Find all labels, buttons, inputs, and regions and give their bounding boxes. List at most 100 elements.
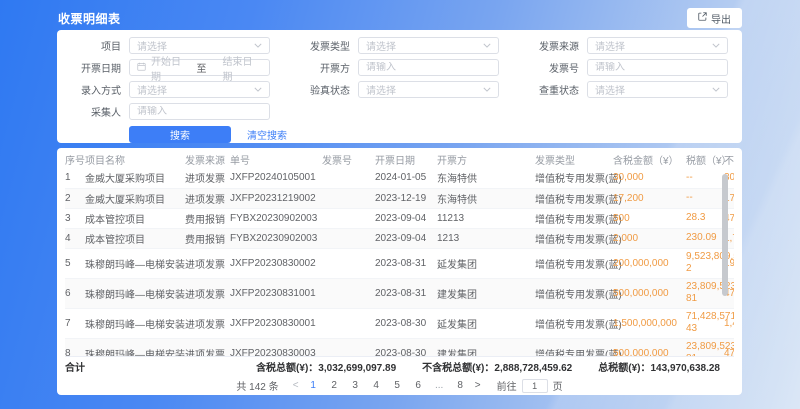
cell-invoice-no (322, 208, 375, 228)
page-number-8[interactable]: 8 (453, 380, 468, 391)
invoice-date-field: 开票日期 开始日期 至 结束日期 (63, 59, 270, 76)
clear-search-link[interactable]: 清空搜索 (247, 127, 287, 142)
page-number-1[interactable]: 1 (306, 380, 321, 391)
cell-type: 增值税专用发票(蓝) (535, 188, 613, 208)
project-select[interactable]: 请选择 (129, 37, 270, 54)
export-button[interactable]: 导出 (687, 8, 742, 28)
table-row[interactable]: 6珠穆朗玛峰—电梯安装进项发票JXFP202308310012023-08-31… (65, 278, 734, 308)
cell-project: 珠穆朗玛峰—电梯安装 (85, 248, 185, 278)
invoice-date-range-picker[interactable]: 开始日期 至 结束日期 (129, 59, 270, 76)
table-header-row: 序号 项目名称 发票来源 单号 发票号 开票日期 开票方 发票类型 含税金额（¥… (65, 150, 734, 168)
total-excl-tax: 不含税总额(¥)：2,888,728,459.62 (422, 359, 572, 374)
chevron-right-icon[interactable]: > (471, 380, 485, 391)
cell-project: 珠穆朗玛峰—电梯安装 (85, 308, 185, 338)
cell-no: 7 (65, 308, 85, 338)
cell-no: 4 (65, 228, 85, 248)
table-row[interactable]: 1金威大厦采购项目进项发票JXFP202401050012024-01-05东海… (65, 168, 734, 188)
invoice-type-select[interactable]: 请选择 (358, 37, 499, 54)
page-number-3[interactable]: 3 (348, 380, 363, 391)
goto-page-input[interactable] (522, 379, 548, 393)
cell-source: 进项发票 (185, 168, 230, 188)
page-title: 收票明细表 (58, 10, 121, 27)
cell-source: 进项发票 (185, 308, 230, 338)
verify-status-select[interactable]: 请选择 (358, 81, 499, 98)
invoice-no-input[interactable] (595, 62, 720, 73)
table-row[interactable]: 7珠穆朗玛峰—电梯安装进项发票JXFP202308300012023-08-30… (65, 308, 734, 338)
invoice-source-select[interactable]: 请选择 (587, 37, 728, 54)
col-header-date: 开票日期 (375, 150, 437, 168)
total-incl-tax: 含税总额(¥)：3,032,699,097.89 (256, 359, 396, 374)
entry-method-label: 录入方式 (63, 82, 121, 97)
cell-order-no: JXFP20240105001 (230, 168, 322, 188)
table-row[interactable]: 4成本管控项目费用报销FYBX202309020032023-09-041213… (65, 228, 734, 248)
chevron-down-icon (254, 84, 262, 95)
entry-method-select[interactable]: 请选择 (129, 81, 270, 98)
cell-source: 进项发票 (185, 248, 230, 278)
export-label: 导出 (711, 11, 731, 26)
cell-invoice-no (322, 338, 375, 356)
goto-unit: 页 (553, 378, 563, 393)
entry-method-field: 录入方式 请选择 (63, 81, 270, 98)
cell-amount-incl: 30,000 (613, 168, 686, 188)
cell-issuer: 东海特供 (437, 168, 535, 188)
page-number-5[interactable]: 5 (390, 380, 405, 391)
cell-order-no: JXFP20230830002 (230, 248, 322, 278)
col-header-no: 序号 (65, 150, 85, 168)
cell-no: 2 (65, 188, 85, 208)
table-scroll-area[interactable]: 序号 项目名称 发票来源 单号 发票号 开票日期 开票方 发票类型 含税金额（¥… (65, 150, 734, 356)
cell-project: 成本管控项目 (85, 228, 185, 248)
export-icon (698, 12, 711, 24)
table-row[interactable]: 2金威大厦采购项目进项发票JXFP202312190022023-12-19东海… (65, 188, 734, 208)
cell-type: 增值税专用发票(蓝) (535, 248, 613, 278)
vertical-scrollbar-thumb[interactable] (722, 174, 728, 296)
chevron-down-icon (712, 40, 720, 51)
issuer-input[interactable] (366, 62, 491, 73)
cell-project: 成本管控项目 (85, 208, 185, 228)
page-number-6[interactable]: 6 (411, 380, 426, 391)
cell-date: 2023-08-30 (375, 338, 437, 356)
cell-no: 8 (65, 338, 85, 356)
topbar: 收票明细表 导出 (58, 6, 742, 30)
page-number-4[interactable]: 4 (369, 380, 384, 391)
cell-source: 进项发票 (185, 338, 230, 356)
col-header-source: 发票来源 (185, 150, 230, 168)
cell-tax: 23,809,523.81 (686, 278, 724, 308)
table-row[interactable]: 3成本管控项目费用报销FYBX202309020032023-09-041121… (65, 208, 734, 228)
dup-status-select[interactable]: 请选择 (587, 81, 728, 98)
cell-type: 增值税专用发票(蓝) (535, 308, 613, 338)
dup-status-label: 查重状态 (521, 82, 579, 97)
page-number-2[interactable]: 2 (327, 380, 342, 391)
table-row[interactable]: 5珠穆朗玛峰—电梯安装进项发票JXFP20230830002 2023-08-31… (65, 248, 734, 278)
col-header-invoice-no: 发票号 (322, 150, 375, 168)
cell-order-no: FYBX20230902003 (230, 208, 322, 228)
date-separator: 至 (191, 60, 213, 75)
invoice-table-panel: 序号 项目名称 发票来源 单号 发票号 开票日期 开票方 发票类型 含税金额（¥… (57, 148, 742, 395)
page-ellipsis[interactable]: ... (432, 380, 447, 391)
cell-no: 1 (65, 168, 85, 188)
cell-date: 2023-08-31 (375, 248, 437, 278)
cell-date: 2024-01-05 (375, 168, 437, 188)
total-tax: 总税额(¥)：143,970,638.28 (598, 359, 720, 374)
cell-no: 5 (65, 248, 85, 278)
table-row[interactable]: 8珠穆朗玛峰—电梯安装进项发票JXFP202308300032023-08-30… (65, 338, 734, 356)
cell-order-no: JXFP20231219002 (230, 188, 322, 208)
cell-date: 2023-08-30 (375, 308, 437, 338)
start-date-placeholder: 开始日期 (151, 53, 191, 83)
search-button[interactable]: 搜索 (129, 126, 231, 143)
cell-source: 费用报销 (185, 228, 230, 248)
cell-source: 进项发票 (185, 188, 230, 208)
cell-issuer: 建发集团 (437, 278, 535, 308)
goto-page: 前往 页 (497, 378, 563, 393)
collector-input[interactable] (137, 106, 262, 117)
page-numbers: 123456... 8 (303, 380, 471, 391)
chevron-left-icon[interactable]: < (289, 380, 303, 391)
cell-amount-incl: 500,000,000 (613, 278, 686, 308)
cell-date: 2023-12-19 (375, 188, 437, 208)
cell-type: 增值税专用发票(蓝) (535, 168, 613, 188)
cell-amount-incl: 1,500,000,000 (613, 308, 686, 338)
cell-project: 金威大厦采购项目 (85, 188, 185, 208)
cell-project: 珠穆朗玛峰—电梯安装 (85, 278, 185, 308)
cell-order-no: JXFP20230831001 (230, 278, 322, 308)
cell-tax: 71,428,571.43 (686, 308, 724, 338)
cell-date: 2023-09-04 (375, 228, 437, 248)
